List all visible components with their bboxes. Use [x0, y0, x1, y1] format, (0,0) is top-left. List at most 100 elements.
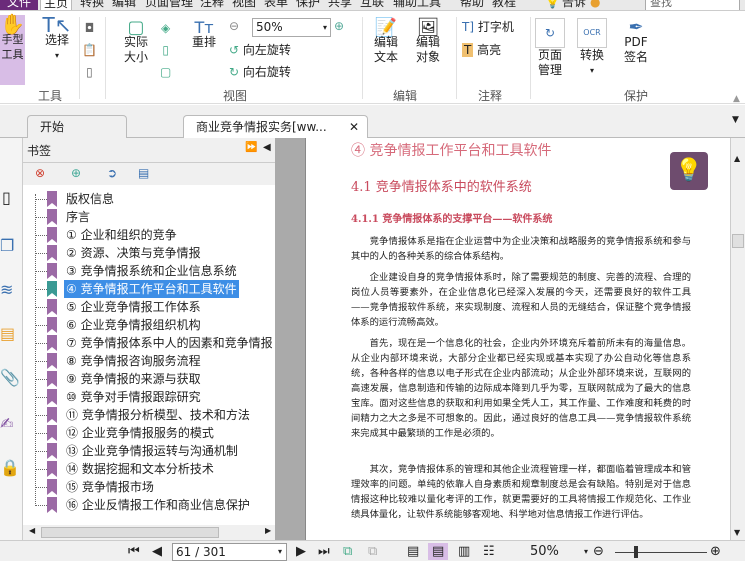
rotate-right-button[interactable]: ↻ 向右旋转 — [229, 65, 291, 80]
reflow-button[interactable]: Tт 重排 — [188, 20, 220, 50]
pdf-sign-button[interactable]: ✒ PDF 签名 — [618, 19, 654, 65]
bookmark-item[interactable]: ⑪ 竞争情报分析模型、技术和方法 — [33, 406, 273, 424]
edit-object-button[interactable]: 🖼 编辑 对象 — [406, 19, 450, 65]
next-view-icon[interactable]: ⧉ — [368, 543, 377, 560]
menu-tutorial[interactable]: 教程 — [492, 0, 516, 10]
bookmark-options-icon[interactable]: ▤ — [138, 166, 149, 180]
actual-size-button[interactable]: ▢ 实际 大小 — [118, 19, 154, 65]
menu-page-manage[interactable]: 页面管理 — [145, 0, 193, 10]
delete-bookmark-icon[interactable]: ⊗ — [35, 166, 45, 180]
bookmark-item[interactable]: ⑭ 数据挖掘和文本分析技术 — [33, 460, 273, 478]
menu-connect[interactable]: 互联 — [360, 0, 384, 10]
next-page-icon[interactable]: ▶ — [296, 543, 306, 560]
zoom-out-icon[interactable]: ⊖ — [229, 19, 239, 34]
previous-view-icon[interactable]: ⧉ — [343, 543, 352, 560]
zoom-out-icon[interactable]: ⊖ — [593, 543, 604, 560]
bookmark-item[interactable]: 序言 — [33, 208, 273, 226]
single-page-icon[interactable]: ▤ — [407, 543, 419, 560]
attachment-icon[interactable]: 📎 — [0, 368, 20, 387]
snapshot-clipboard-icons[interactable]: ◘ 📋 ▯ — [82, 17, 97, 83]
first-page-icon[interactable]: ⏮ — [128, 543, 140, 560]
menu-accessibility[interactable]: 辅助工具 — [393, 0, 441, 10]
goto-bookmark-icon[interactable]: ➲ — [107, 166, 117, 180]
bookmark-item[interactable]: ⑤ 企业竞争情报工作体系 — [33, 298, 273, 316]
tree-connector — [35, 289, 47, 290]
continuous-facing-icon[interactable]: ☷ — [483, 543, 495, 560]
menu-convert[interactable]: 转换 — [80, 0, 104, 10]
bookmark-label: ① 企业和组织的竞争 — [66, 228, 177, 242]
last-page-icon[interactable]: ⏭ — [318, 543, 330, 560]
bookmark-icon — [47, 497, 57, 513]
menu-home[interactable]: 主页 — [40, 0, 73, 10]
tab-start[interactable]: 开始 — [27, 115, 127, 138]
menu-view[interactable]: 视图 — [232, 0, 256, 10]
zoom-in-icon[interactable]: ⊕ — [710, 543, 721, 560]
close-tab-icon[interactable]: ✕ — [349, 116, 359, 138]
bookmark-item[interactable]: ③ 竞争情报系统和企业信息系统 — [33, 262, 273, 280]
zoom-level[interactable]: 50% — [530, 543, 559, 560]
signature-icon[interactable]: ✍ — [0, 414, 13, 433]
menu-comment[interactable]: 注释 — [200, 0, 224, 10]
fit-icons[interactable]: ◈ ▯ ▢ — [160, 17, 171, 83]
select-button[interactable]: T↖ 选择 ▾ — [42, 15, 72, 63]
menu-edit[interactable]: 编辑 — [112, 0, 136, 10]
convert-button[interactable]: OCR 转换 ▾ — [575, 18, 609, 78]
menu-protect[interactable]: 保护 — [296, 0, 320, 10]
bookmark-item[interactable]: 版权信息 — [33, 190, 273, 208]
expand-panel-icon[interactable]: ⏩ — [245, 142, 257, 153]
zoom-select[interactable]: 50% ▾ — [252, 18, 331, 37]
bookmark-item[interactable]: ⑬ 企业竞争情报运转与沟通机制 — [33, 442, 273, 460]
tab-document[interactable]: 商业竞争情报实务[ww... ✕ — [183, 115, 368, 138]
tab-list-dropdown-icon[interactable]: ▼ — [732, 115, 739, 125]
zoom-dropdown-icon[interactable]: ▾ — [584, 543, 588, 560]
highlight-button[interactable]: T 高亮 — [462, 43, 501, 58]
search-input[interactable]: 查找 — [645, 0, 740, 10]
menu-form[interactable]: 表单 — [264, 0, 288, 10]
bookmark-item[interactable]: ⑥ 企业竞争情报组织机构 — [33, 316, 273, 334]
page-manage-button[interactable]: ↻ 页面 管理 — [533, 18, 567, 78]
file-menu[interactable]: 文件 — [0, 0, 38, 10]
rotate-left-button[interactable]: ↺ 向左旋转 — [229, 43, 291, 58]
bookmark-icon — [47, 425, 57, 441]
bookmark-item[interactable]: ⑧ 竞争情报咨询服务流程 — [33, 352, 273, 370]
collapse-panel-icon[interactable]: ◀ — [263, 142, 271, 153]
group-tools-label: 工具 — [37, 89, 62, 103]
comments-icon[interactable]: ▤ — [0, 324, 15, 343]
page-number-input[interactable]: 61 / 301 ▾ — [172, 543, 287, 561]
lock-icon[interactable]: 🔒 — [0, 458, 20, 477]
scroll-thumb[interactable] — [41, 527, 219, 538]
bookmark-item[interactable]: ⑦ 竞争情报体系中人的因素和竞争情报 — [33, 334, 273, 352]
bookmark-item[interactable]: ⑯ 企业反情报工作和商业信息保护 — [33, 496, 273, 514]
bookmark-item[interactable]: ⑨ 竞争情报的来源与获取 — [33, 370, 273, 388]
zoom-in-icon[interactable]: ⊕ — [334, 19, 344, 34]
tips-button[interactable]: 💡 — [670, 152, 708, 190]
add-bookmark-icon[interactable]: ⊕ — [71, 166, 81, 180]
typewriter-button[interactable]: T] 打字机 — [462, 20, 514, 35]
zoom-slider-thumb[interactable] — [634, 546, 638, 558]
facing-page-icon[interactable]: ▥ — [458, 543, 470, 560]
group-comment-label: 注释 — [477, 89, 502, 103]
edit-text-button[interactable]: 📝 编辑 文本 — [368, 19, 404, 65]
continuous-page-icon[interactable]: ▤ — [428, 543, 449, 560]
scroll-thumb[interactable] — [732, 234, 744, 248]
pages-icon[interactable]: ❐ — [0, 236, 14, 255]
bookmark-item[interactable]: ① 企业和组织的竞争 — [33, 226, 273, 244]
zoom-slider[interactable] — [615, 552, 707, 553]
hand-tool-button[interactable]: ✋ 手型 工具 — [0, 14, 25, 85]
previous-page-icon[interactable]: ◀ — [152, 543, 162, 560]
bookmark-panel-icon[interactable]: ▯ — [2, 188, 11, 207]
layers-icon[interactable]: ≋ — [0, 280, 13, 299]
tree-connector — [35, 469, 47, 470]
menu-help[interactable]: 帮助 — [460, 0, 484, 10]
menu-share[interactable]: 共享 — [328, 0, 352, 10]
tree-connector — [35, 487, 47, 488]
bookmark-item[interactable]: ⑩ 竞争对手情报跟踪研究 — [33, 388, 273, 406]
bookmark-item[interactable]: ⑫ 企业竞争情报服务的模式 — [33, 424, 273, 442]
bookmark-horizontal-scrollbar[interactable]: ◀ ▶ — [23, 525, 275, 540]
feedback-icon[interactable]: ● — [590, 0, 600, 10]
bookmark-item[interactable]: ⑮ 竞争情报市场 — [33, 478, 273, 496]
bookmark-item[interactable]: ④ 竞争情报工作平台和工具软件 — [33, 280, 273, 298]
tell-me[interactable]: 告诉 — [562, 0, 586, 10]
document-vertical-scrollbar[interactable]: ▲ ▼ — [730, 138, 745, 540]
bookmark-item[interactable]: ② 资源、决策与竞争情报 — [33, 244, 273, 262]
